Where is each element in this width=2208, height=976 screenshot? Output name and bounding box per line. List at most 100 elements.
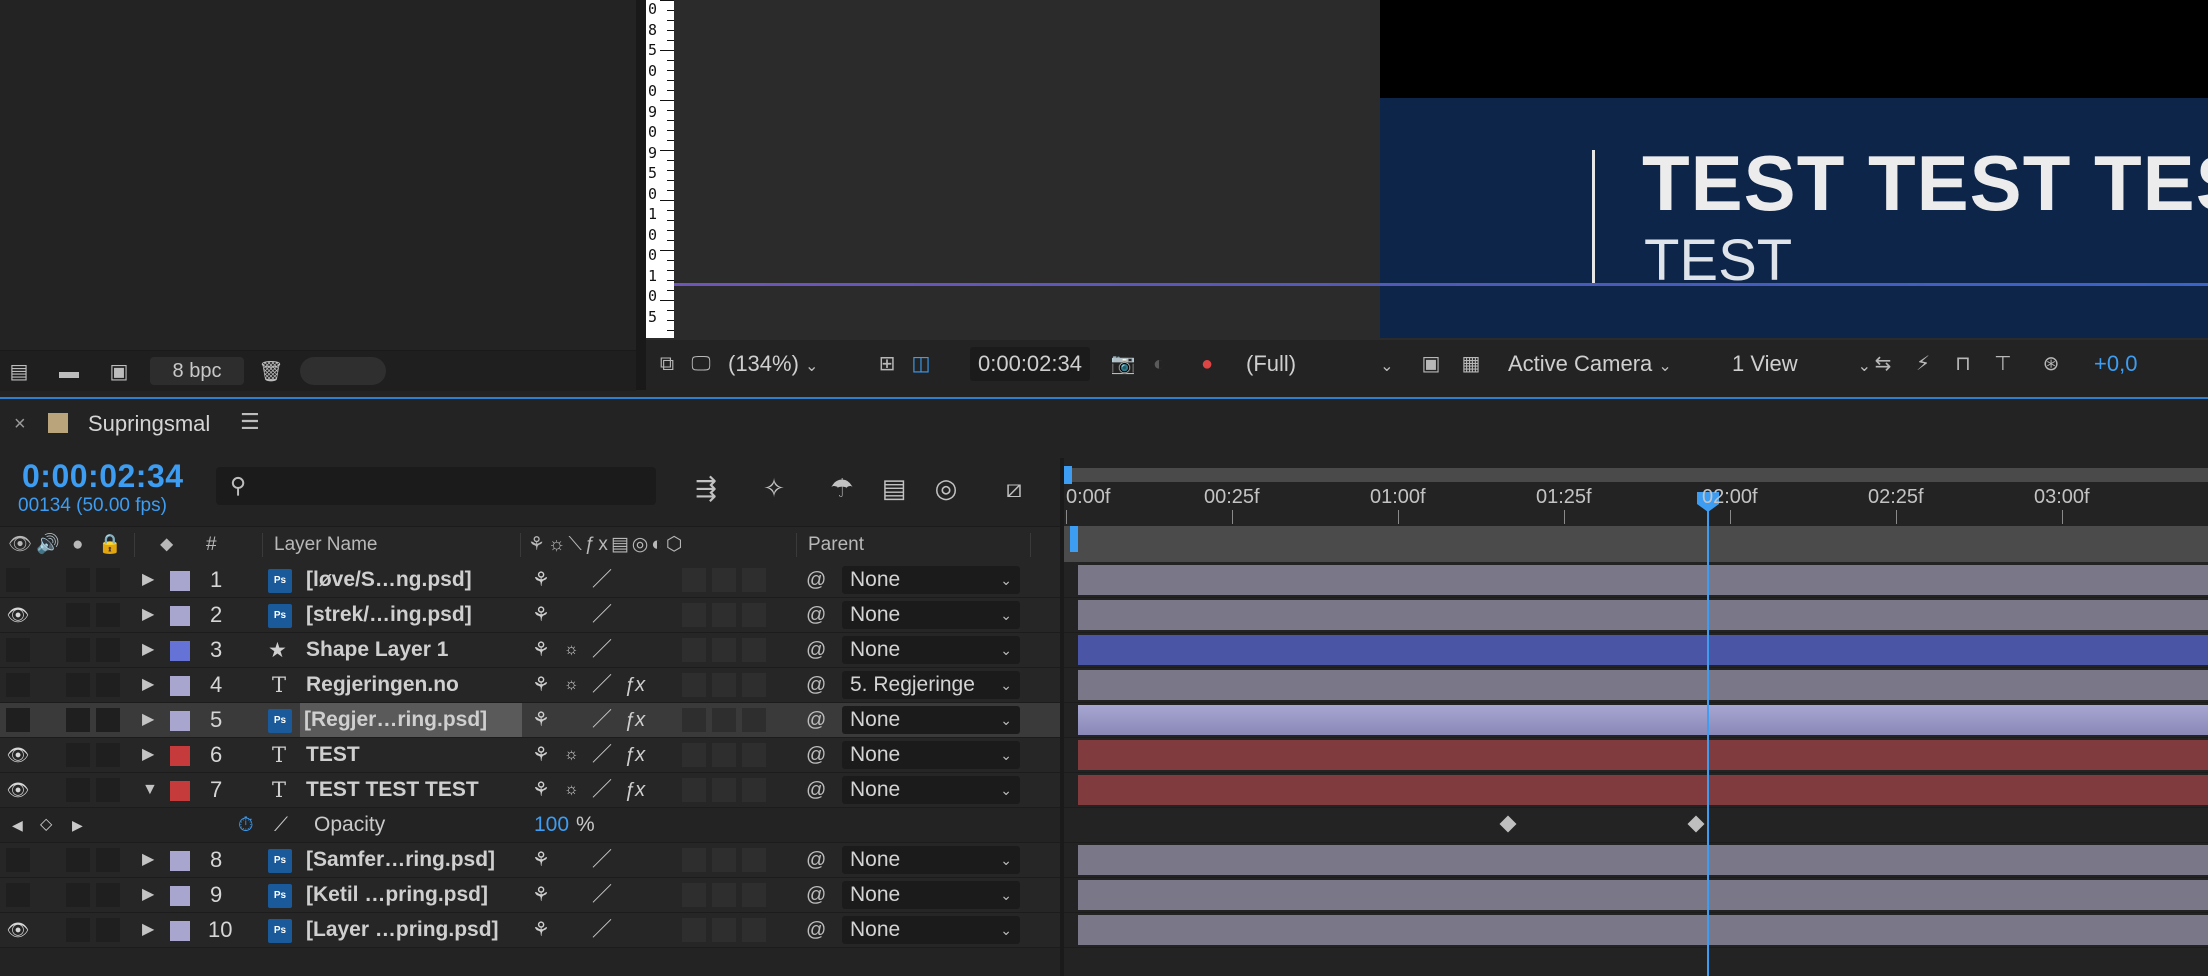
parent-pickwhip-icon[interactable]: @ [806, 598, 826, 632]
stopwatch-icon[interactable]: ⏱ [238, 808, 254, 842]
shy-switch-icon[interactable]: ⚘ [532, 598, 550, 632]
camera-snapshot-icon[interactable]: 📷 [1108, 350, 1138, 378]
lock-switch[interactable] [96, 568, 120, 592]
parent-pickwhip-icon[interactable]: @ [806, 668, 826, 702]
parent-pickwhip-icon[interactable]: @ [806, 563, 826, 597]
adjustment-switch[interactable] [742, 848, 766, 872]
monitor-icon[interactable]: 🖵 [686, 350, 716, 378]
quality-switch-icon[interactable]: ／ [592, 913, 612, 947]
parent-dropdown[interactable]: None ⌄ [842, 566, 1020, 594]
quality-switch-icon[interactable]: ／ [592, 843, 612, 877]
layer-duration-bar[interactable] [1078, 705, 2208, 735]
audio-switch[interactable] [40, 743, 64, 767]
audio-column-icon[interactable]: 🔊 [36, 527, 60, 563]
time-navigator-strip[interactable] [1064, 526, 2208, 562]
frame-blend-switch[interactable] [682, 918, 706, 942]
solo-switch[interactable] [66, 638, 90, 662]
graph-icon[interactable]: ⟋ [274, 808, 288, 842]
audio-switch[interactable] [40, 918, 64, 942]
solo-switch[interactable] [66, 918, 90, 942]
expand-triangle-icon[interactable]: ▶ [142, 843, 154, 877]
solo-switch[interactable] [66, 603, 90, 627]
shy-switch-icon[interactable]: ⚘ [532, 563, 550, 597]
motion-blur-switch[interactable] [712, 918, 736, 942]
quality-switch-icon[interactable]: ／ [592, 633, 612, 667]
label-color-swatch[interactable] [170, 676, 190, 696]
layer-row[interactable]: ▶ 5 Ps [Regjer…ring.psd] ⚘ ／ ƒx @ None ⌄ [0, 703, 1064, 738]
layer-duration-bar[interactable] [1078, 880, 2208, 910]
parent-dropdown[interactable]: None ⌄ [842, 881, 1020, 909]
layer-name[interactable]: [løve/S…ng.psd] [306, 563, 472, 597]
label-color-swatch[interactable] [170, 746, 190, 766]
work-area-start-handle[interactable] [1064, 466, 1072, 484]
solo-switch[interactable] [66, 708, 90, 732]
adjustment-switch[interactable] [742, 708, 766, 732]
parent-pickwhip-icon[interactable]: @ [806, 633, 826, 667]
adjustment-switch[interactable] [742, 883, 766, 907]
number-column-header[interactable]: # [206, 527, 217, 563]
label-column-icon[interactable]: ⬥ [160, 527, 173, 563]
shy-switch-icon[interactable]: ⚘ [532, 878, 550, 912]
expand-triangle-icon[interactable]: ▶ [142, 878, 154, 912]
lock-switch[interactable] [96, 708, 120, 732]
parent-pickwhip-icon[interactable]: @ [806, 738, 826, 772]
toggle-pixel-aspect-icon[interactable]: ⇆ [1868, 350, 1898, 378]
parent-pickwhip-icon[interactable]: @ [806, 843, 826, 877]
label-color-swatch[interactable] [170, 921, 190, 941]
layer-row[interactable]: ▶ 8 Ps [Samfer…ring.psd] ⚘ ／ @ None ⌄ [0, 843, 1064, 878]
keyframe-marker[interactable] [1687, 815, 1705, 833]
expand-triangle-icon[interactable]: ▶ [142, 913, 154, 947]
shy-switch-icon[interactable]: ⚘ [532, 843, 550, 877]
layer-row[interactable]: 👁 ▶ 2 Ps [strek/…ing.psd] ⚘ ／ @ None ⌄ [0, 598, 1064, 633]
switches-column-icons[interactable]: ⚘☼⟍ƒx▤◎◐⬡ [528, 527, 685, 563]
label-color-swatch[interactable] [170, 851, 190, 871]
adjustment-switch[interactable] [742, 743, 766, 767]
current-time-indicator-line[interactable] [1707, 498, 1709, 976]
expand-triangle-icon[interactable]: ▶ [142, 563, 154, 597]
adjustment-switch[interactable] [742, 673, 766, 697]
layer-name-column-header[interactable]: Layer Name [274, 527, 378, 563]
always-preview-icon[interactable]: ⧉ [652, 350, 682, 378]
lock-switch[interactable] [96, 883, 120, 907]
video-switch[interactable] [6, 708, 30, 732]
opacity-value[interactable]: 100 [534, 808, 569, 842]
video-switch[interactable] [6, 568, 30, 592]
motion-blur-switch[interactable] [712, 778, 736, 802]
quality-switch-icon[interactable]: ／ [592, 598, 612, 632]
video-switch[interactable] [6, 883, 30, 907]
next-keyframe-icon[interactable]: ▶ [72, 808, 83, 842]
adjustment-switch[interactable] [742, 638, 766, 662]
keyframe-marker[interactable] [1499, 815, 1517, 833]
parent-dropdown[interactable]: None ⌄ [842, 916, 1020, 944]
expand-triangle-icon[interactable]: ▶ [142, 668, 154, 702]
layer-duration-bar[interactable] [1078, 775, 2208, 805]
audio-switch[interactable] [40, 883, 64, 907]
transparency-grid-icon[interactable]: ▦ [1456, 350, 1486, 378]
frame-blending-icon[interactable]: ▤ [876, 470, 912, 506]
layer-name[interactable]: Shape Layer 1 [306, 633, 448, 667]
layer-name[interactable]: TEST TEST TEST [306, 773, 479, 807]
quality-switch-icon[interactable]: ／ [592, 703, 612, 737]
collapse-transform-switch-icon[interactable]: ☼ [564, 668, 579, 702]
layer-duration-bar[interactable] [1078, 670, 2208, 700]
solo-switch[interactable] [66, 568, 90, 592]
trash-icon[interactable]: 🗑 [256, 361, 286, 383]
fast-previews-icon[interactable]: ⚡ [1908, 350, 1938, 378]
layer-row[interactable]: 👁 ▼ 7 T TEST TEST TEST ⚘ ☼ ／ ƒx @ None ⌄ [0, 773, 1064, 808]
parent-pickwhip-icon[interactable]: @ [806, 913, 826, 947]
interpret-footage-icon[interactable]: ▤ [4, 361, 34, 383]
expand-triangle-icon[interactable]: ▶ [142, 633, 154, 667]
label-color-swatch[interactable] [170, 606, 190, 626]
layer-row[interactable]: 👁 ▶ 6 T TEST ⚘ ☼ ／ ƒx @ None ⌄ [0, 738, 1064, 773]
lock-switch[interactable] [96, 848, 120, 872]
frame-blend-switch[interactable] [682, 603, 706, 627]
parent-column-header[interactable]: Parent [808, 527, 864, 563]
motion-blur-switch[interactable] [712, 568, 736, 592]
audio-switch[interactable] [40, 673, 64, 697]
label-color-swatch[interactable] [170, 886, 190, 906]
parent-dropdown[interactable]: None ⌄ [842, 776, 1020, 804]
solo-switch[interactable] [66, 848, 90, 872]
eye-icon[interactable]: 👁 [4, 913, 32, 947]
timeline-icon[interactable]: ⊓ [1948, 350, 1978, 378]
label-color-swatch[interactable] [170, 571, 190, 591]
